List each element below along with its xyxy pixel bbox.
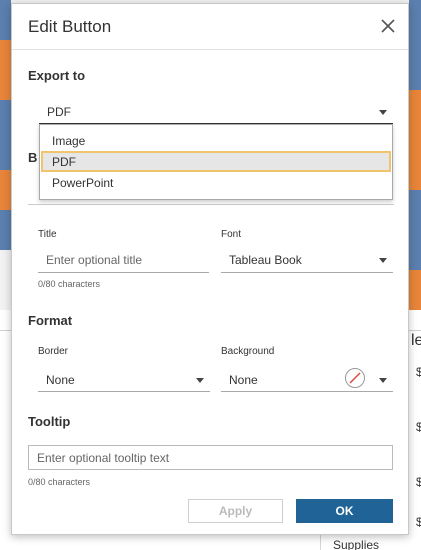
title-placeholder: Enter optional title bbox=[46, 253, 143, 267]
format-label: Format bbox=[28, 313, 73, 328]
tooltip-counter: 0/80 characters bbox=[28, 477, 91, 487]
export-to-label: Export to bbox=[28, 68, 86, 83]
chevron-down-icon bbox=[379, 110, 387, 115]
export-to-options: Image PDF PowerPoint bbox=[39, 124, 393, 200]
background-color-swatch[interactable] bbox=[345, 368, 365, 388]
border-label: Border bbox=[38, 346, 69, 357]
option-image[interactable]: Image bbox=[41, 130, 391, 151]
hidden-divider bbox=[28, 204, 394, 205]
dialog-title: Edit Button bbox=[28, 17, 112, 36]
tooltip-label: Tooltip bbox=[28, 414, 71, 429]
chevron-down-icon bbox=[196, 378, 204, 383]
background-cell: $ bbox=[416, 475, 421, 489]
background-value: None bbox=[229, 373, 258, 387]
font-select[interactable]: Tableau Book bbox=[221, 247, 393, 273]
apply-button[interactable]: Apply bbox=[188, 499, 283, 523]
option-label: PowerPoint bbox=[52, 176, 114, 190]
edit-button-dialog: Edit Button Export to PDF B Image PDF Po… bbox=[11, 3, 409, 535]
dialog-header: Edit Button bbox=[12, 4, 408, 50]
background-header-fragment: le bbox=[411, 332, 421, 349]
tooltip-input[interactable]: Enter optional tooltip text bbox=[28, 445, 393, 470]
close-button[interactable] bbox=[378, 16, 398, 36]
option-powerpoint[interactable]: PowerPoint bbox=[41, 172, 391, 193]
option-label: PDF bbox=[52, 155, 76, 169]
chevron-down-icon bbox=[379, 258, 387, 263]
background-label: Background bbox=[221, 346, 275, 357]
title-counter: 0/80 characters bbox=[38, 279, 101, 289]
no-color-icon bbox=[349, 372, 361, 384]
tooltip-placeholder: Enter optional tooltip text bbox=[37, 451, 170, 465]
font-value: Tableau Book bbox=[229, 253, 302, 267]
background-cell: $ bbox=[416, 515, 421, 529]
chevron-down-icon bbox=[379, 378, 387, 383]
font-label: Font bbox=[221, 229, 242, 240]
background-cell-supplies: Supplies bbox=[333, 538, 380, 550]
option-label: Image bbox=[52, 134, 86, 148]
export-to-value: PDF bbox=[47, 105, 71, 119]
border-value: None bbox=[46, 373, 75, 387]
background-select[interactable]: None bbox=[221, 366, 393, 392]
export-to-select[interactable]: PDF bbox=[39, 100, 393, 124]
title-label: Title bbox=[38, 229, 57, 240]
option-pdf[interactable]: PDF bbox=[41, 151, 391, 172]
hidden-section-label: B bbox=[28, 150, 38, 165]
title-input[interactable]: Enter optional title bbox=[38, 247, 209, 273]
ok-button[interactable]: OK bbox=[296, 499, 393, 523]
background-cell: $ bbox=[416, 420, 421, 434]
border-select[interactable]: None bbox=[38, 366, 210, 392]
background-cell: $ bbox=[416, 365, 421, 379]
close-icon bbox=[381, 19, 395, 33]
